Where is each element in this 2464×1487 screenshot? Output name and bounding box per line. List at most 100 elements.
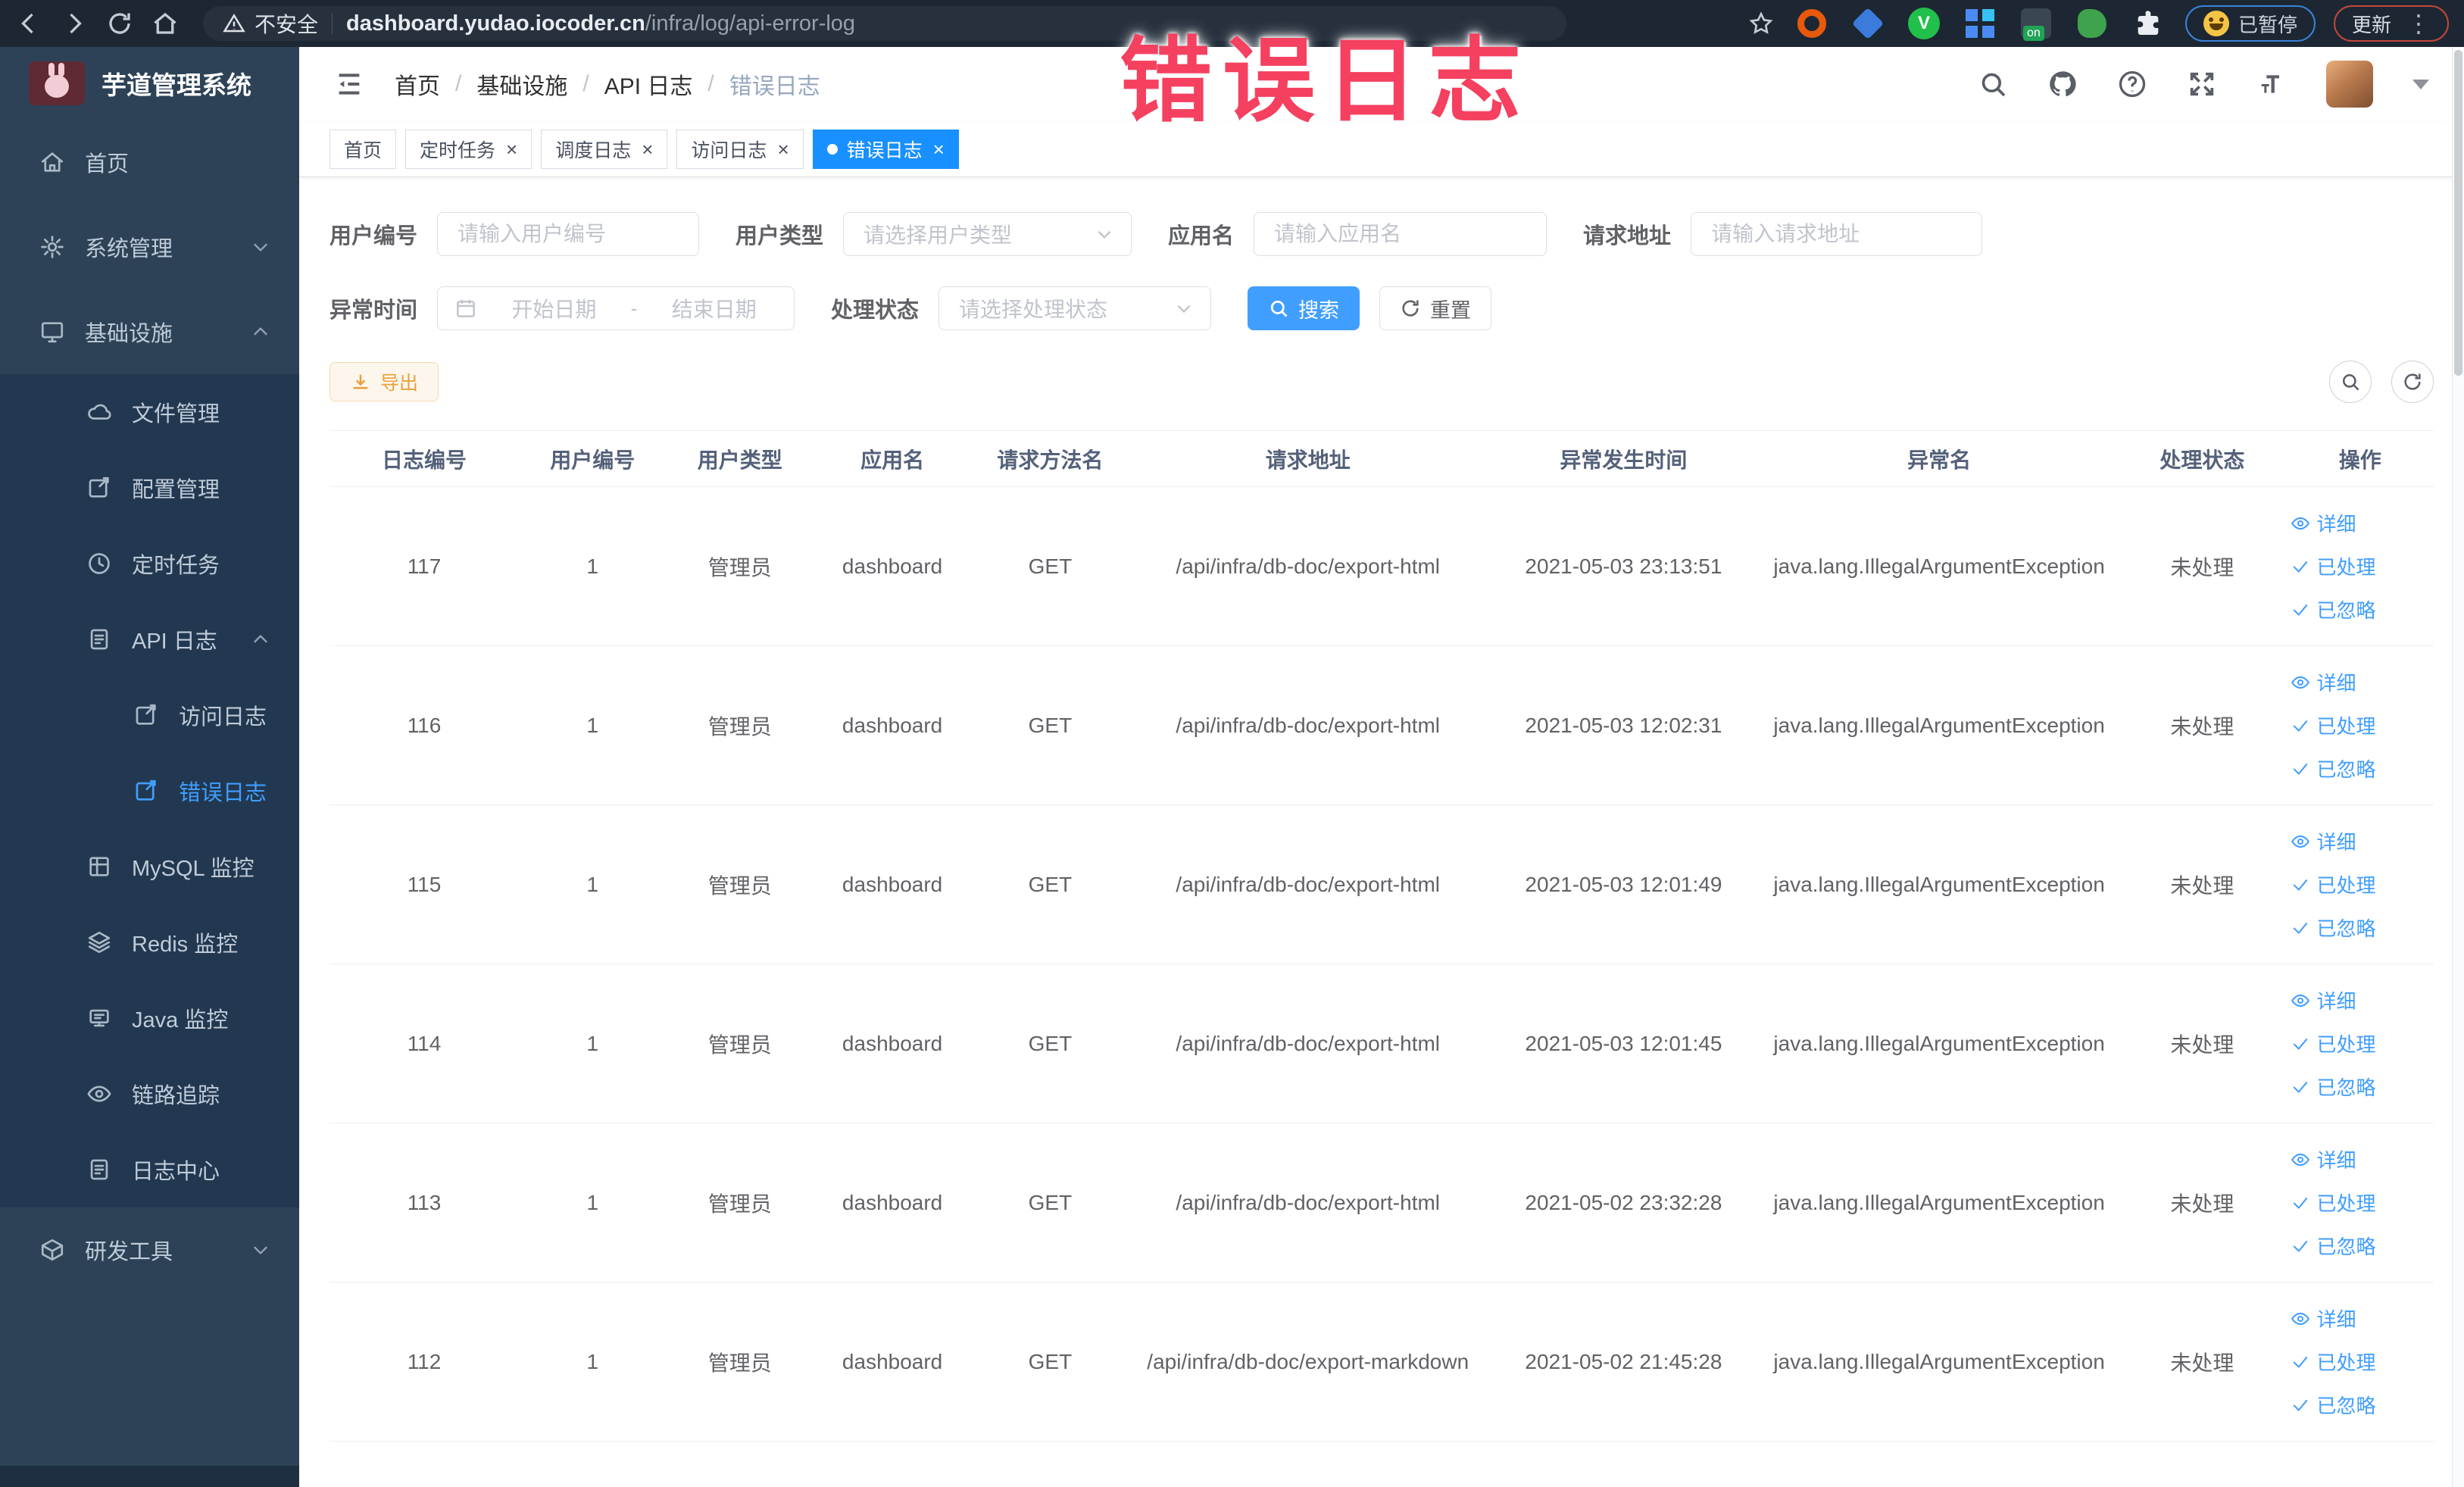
- action-label: 详细: [2316, 1308, 2356, 1331]
- ext-green-leaf-icon[interactable]: [2073, 5, 2111, 42]
- address-bar[interactable]: 不安全 dashboard.yudao.iocoder.cn/infra/log…: [203, 6, 1566, 41]
- date-range-picker[interactable]: 开始日期 - 结束日期: [437, 286, 795, 330]
- chevron-up-icon: [249, 628, 272, 651]
- sidebar-item-3[interactable]: 基础设施: [0, 289, 299, 374]
- detail-link[interactable]: 详细: [2291, 827, 2356, 855]
- avatar-caret-down-icon[interactable]: [2412, 79, 2429, 89]
- ignored-link[interactable]: 已忽略: [2291, 754, 2375, 783]
- tab-close-icon[interactable]: ×: [642, 139, 653, 159]
- profile-paused-pill[interactable]: 已暂停: [2184, 5, 2316, 42]
- user-id-input[interactable]: [437, 212, 700, 256]
- forward-icon[interactable]: [61, 10, 88, 37]
- status-select[interactable]: 请选择处理状态: [938, 286, 1212, 330]
- sidebar-item-2[interactable]: 系统管理: [0, 205, 299, 289]
- reload-icon[interactable]: [106, 10, 133, 37]
- chevron-down-icon: [249, 1239, 272, 1261]
- tab-5[interactable]: 错误日志 ×: [812, 129, 959, 169]
- filter-label: 用户编号: [329, 224, 418, 248]
- ignored-link[interactable]: 已忽略: [2291, 595, 2375, 623]
- tab-4[interactable]: 访问日志 ×: [676, 129, 804, 169]
- refresh-table-button[interactable]: [2391, 361, 2434, 403]
- ext-blue-gem-icon[interactable]: [1849, 5, 1887, 42]
- sidebar-item-7[interactable]: API 日志: [0, 601, 299, 677]
- update-button[interactable]: 更新 ⋮: [2333, 5, 2449, 42]
- detail-link[interactable]: 详细: [2291, 1304, 2356, 1332]
- detail-link[interactable]: 详细: [2291, 986, 2356, 1014]
- security-label: 不安全: [255, 13, 319, 36]
- search-icon[interactable]: [1978, 69, 2008, 99]
- reset-button[interactable]: 重置: [1379, 286, 1492, 330]
- fullscreen-icon[interactable]: [2187, 69, 2217, 99]
- font-size-icon[interactable]: [2256, 69, 2287, 99]
- detail-link[interactable]: 详细: [2291, 509, 2356, 537]
- breadcrumb-item[interactable]: 首页: [395, 67, 440, 101]
- sidebar-item-14[interactable]: 日志中心: [0, 1132, 299, 1207]
- processed-link[interactable]: 已处理: [2291, 870, 2375, 898]
- github-icon[interactable]: [2047, 69, 2078, 99]
- sidebar-item-8[interactable]: 访问日志: [0, 677, 299, 753]
- ext-green-v-icon[interactable]: V: [1905, 5, 1943, 42]
- tab-close-icon[interactable]: ×: [506, 139, 517, 159]
- sidebar-item-4[interactable]: 文件管理: [0, 374, 299, 450]
- browser-scrollbar[interactable]: [2452, 47, 2464, 1487]
- sidebar-item-label: 配置管理: [132, 478, 220, 502]
- breadcrumb-item[interactable]: API 日志: [604, 67, 693, 101]
- sidebar-item-6[interactable]: 定时任务: [0, 526, 299, 601]
- eye-icon: [2291, 832, 2310, 851]
- ext-orange-ring-icon[interactable]: [1793, 5, 1831, 42]
- cloud-icon: [86, 399, 112, 425]
- ext-grid-icon[interactable]: [1961, 5, 1999, 42]
- doc-icon: [86, 626, 112, 652]
- processed-link[interactable]: 已处理: [2291, 711, 2375, 739]
- sidebar-item-12[interactable]: Java 监控: [0, 980, 299, 1056]
- back-icon[interactable]: [15, 10, 42, 37]
- tab-2[interactable]: 定时任务 ×: [405, 129, 532, 169]
- download-icon: [350, 371, 371, 392]
- user-type-select[interactable]: 请选择用户类型: [843, 212, 1132, 256]
- sidebar-item-11[interactable]: Redis 监控: [0, 904, 299, 980]
- ignored-link[interactable]: 已忽略: [2291, 914, 2375, 942]
- tab-close-icon[interactable]: ×: [777, 139, 789, 159]
- ext-dark-on-icon[interactable]: on: [2017, 5, 2055, 42]
- cell-exception: java.lang.IllegalArgumentException: [1760, 1282, 2119, 1442]
- sidebar-item-15[interactable]: 研发工具: [0, 1207, 299, 1292]
- tab-3[interactable]: 调度日志 ×: [541, 129, 668, 169]
- detail-link[interactable]: 详细: [2291, 1145, 2356, 1173]
- processed-link[interactable]: 已处理: [2291, 552, 2375, 580]
- ignored-link[interactable]: 已忽略: [2291, 1232, 2375, 1260]
- cell-method: GET: [971, 804, 1129, 964]
- request-url-input[interactable]: [1691, 212, 1983, 256]
- browser-menu-icon[interactable]: ⋮: [2406, 11, 2431, 36]
- cell-method: GET: [971, 1282, 1129, 1442]
- search-button[interactable]: 搜索: [1248, 286, 1360, 330]
- search-icon: [1268, 298, 1289, 319]
- column-header: 请求方法名: [971, 430, 1129, 487]
- processed-link[interactable]: 已处理: [2291, 1348, 2375, 1376]
- sidebar-item-10[interactable]: MySQL 监控: [0, 829, 299, 904]
- ignored-link[interactable]: 已忽略: [2291, 1391, 2375, 1419]
- cell-user-type: 管理员: [666, 645, 814, 805]
- tab-close-icon[interactable]: ×: [933, 139, 945, 159]
- security-status[interactable]: 不安全: [223, 8, 318, 39]
- tab-1[interactable]: 首页: [329, 129, 397, 169]
- export-button[interactable]: 导出: [329, 362, 439, 401]
- app-name-input[interactable]: [1254, 212, 1547, 256]
- sidebar-fold-icon[interactable]: [334, 69, 364, 99]
- ignored-link[interactable]: 已忽略: [2291, 1073, 2375, 1101]
- detail-link[interactable]: 详细: [2291, 668, 2356, 696]
- help-icon[interactable]: [2117, 69, 2147, 99]
- sidebar-item-13[interactable]: 链路追踪: [0, 1056, 299, 1132]
- breadcrumb-item[interactable]: 基础设施: [476, 67, 567, 101]
- scrollbar-thumb[interactable]: [2454, 50, 2462, 376]
- home-nav-icon[interactable]: [151, 10, 179, 37]
- bookmark-star-icon[interactable]: [1747, 10, 1775, 37]
- sidebar-item-1[interactable]: 首页: [0, 120, 299, 205]
- logo-rabbit-image: [29, 61, 85, 105]
- ext-puzzle-icon[interactable]: [2129, 5, 2167, 42]
- sidebar-item-5[interactable]: 配置管理: [0, 450, 299, 526]
- user-avatar[interactable]: [2326, 61, 2373, 108]
- sidebar-item-9[interactable]: 错误日志: [0, 753, 299, 829]
- processed-link[interactable]: 已处理: [2291, 1029, 2375, 1057]
- toggle-search-button[interactable]: [2329, 361, 2372, 403]
- processed-link[interactable]: 已处理: [2291, 1189, 2375, 1217]
